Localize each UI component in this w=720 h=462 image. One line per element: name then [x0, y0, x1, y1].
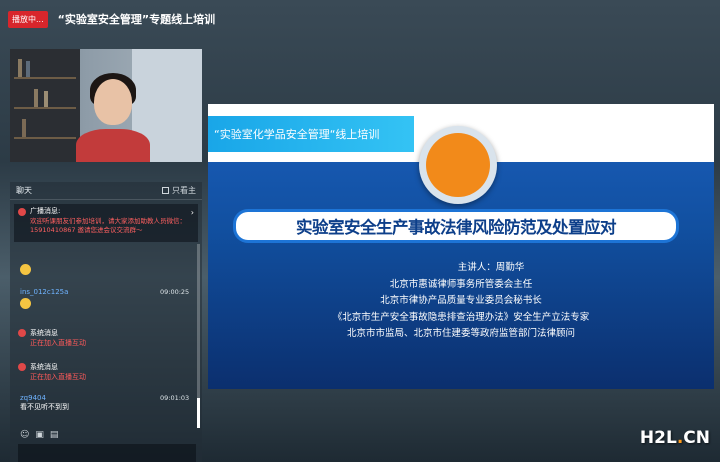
- chat-title: 聊天: [16, 186, 32, 195]
- top-bar: 播放中... “实验室安全管理”专题线上培训: [0, 0, 720, 38]
- smile-emoji-icon: [20, 298, 31, 309]
- watermark-cn: CN: [683, 428, 710, 448]
- slide-circle: [426, 133, 490, 197]
- speaker-role: 北京市惠诚律师事务所管委会主任: [389, 278, 533, 290]
- system-message: 系统消息 正在加入直播互动: [18, 328, 86, 348]
- watermark-h2l: H2L: [639, 428, 677, 448]
- left-column: [10, 49, 202, 162]
- image-upload-icon[interactable]: ▣: [35, 430, 44, 440]
- host-only-label: 只看主: [172, 186, 196, 195]
- system-message: 系统消息 正在加入直播互动: [18, 362, 86, 382]
- broadcast-notice[interactable]: 广播消息: 欢迎听课朋友们参加培训，请大家添加助教人员微信：1591041086…: [14, 204, 198, 242]
- presenter-video[interactable]: [10, 49, 202, 162]
- speaker-role: 北京市市监局、北京市住建委等政府监管部门法律顾问: [346, 328, 575, 339]
- bookshelf: [10, 49, 80, 162]
- system-text: 正在加入直播互动: [30, 373, 86, 381]
- chat-toolbar: ☺ ▣ ▤: [10, 427, 202, 443]
- chat-header: 聊天 只看主: [10, 182, 202, 200]
- gift-icon[interactable]: ▤: [50, 430, 59, 440]
- message-time: 09:01:03: [160, 394, 190, 402]
- slide-speaker-info: 主讲人：周勤华 北京市惠诚律师事务所管委会主任 北京市律协产品质量专业委员会秘书…: [208, 260, 714, 343]
- system-text: 正在加入直播互动: [30, 339, 86, 347]
- page-title: “实验室安全管理”专题线上培训: [57, 13, 216, 26]
- slide-banner: “实验室化学品安全管理“线上培训: [208, 116, 414, 152]
- emoji-picker-icon[interactable]: ☺: [20, 430, 29, 440]
- notice-title: 广播消息:: [30, 207, 61, 215]
- presenter-body: [76, 129, 150, 162]
- message-time: 09:00:25: [160, 288, 190, 296]
- speaker-role: 《北京市生产安全事故隐患排查治理办法》安全生产立法专家: [332, 311, 590, 323]
- slide-title: 实验室安全生产事故法律风险防范及处置应对: [236, 212, 676, 240]
- host-only-checkbox[interactable]: [162, 187, 169, 194]
- chat-message: ins_012c125a 09:00:25: [20, 288, 190, 311]
- notice-body: 欢迎听课朋友们参加培训，请大家添加助教人员微信：15910410867 邀请您进…: [30, 216, 186, 234]
- live-status-badge: 播放中...: [8, 10, 48, 28]
- speaker-role: 北京市律协产品质量专业委员会秘书长: [380, 295, 542, 306]
- scrollbar-thumb[interactable]: [197, 398, 200, 428]
- system-label: 系统消息: [30, 363, 58, 371]
- ok-hand-emoji-icon: [20, 264, 31, 275]
- chat-input[interactable]: [18, 444, 196, 462]
- chat-emoji-message: [20, 262, 31, 277]
- presentation-slide: “实验室化学品安全管理“线上培训 实验室安全生产事故法律风险防范及处置应对 主讲…: [208, 104, 714, 389]
- chat-panel: 聊天 只看主 广播消息: 欢迎听课朋友们参加培训，请大家添加助教人员微信：159…: [10, 182, 202, 462]
- chat-message: zq9404 09:01:03 看不见听不到到: [20, 394, 190, 412]
- watermark-logo: H2L.CN: [640, 428, 710, 448]
- system-icon: [18, 363, 26, 371]
- presenter-face: [94, 79, 132, 125]
- host-only-toggle[interactable]: 只看主: [162, 185, 196, 196]
- speaker-icon: [18, 208, 26, 216]
- system-label: 系统消息: [30, 329, 58, 337]
- chevron-right-icon[interactable]: ›: [191, 207, 194, 218]
- system-icon: [18, 329, 26, 337]
- chat-scrollbar[interactable]: [197, 244, 200, 428]
- presenter-name: 主讲人：周勤华: [457, 262, 525, 273]
- message-text: 看不见听不到到: [20, 403, 69, 411]
